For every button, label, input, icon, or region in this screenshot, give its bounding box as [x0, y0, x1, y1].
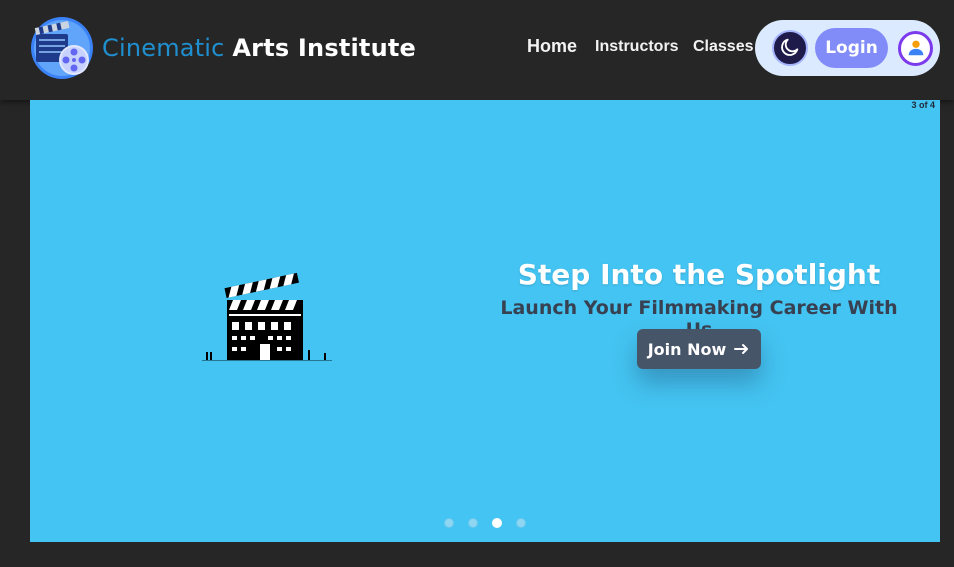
brand-name: Cinematic Arts Institute — [102, 34, 416, 62]
clapperboard-building-icon — [202, 270, 332, 370]
join-now-button[interactable]: Join Now — [637, 329, 761, 369]
login-button[interactable]: Login — [815, 28, 888, 68]
carousel-dots — [444, 518, 526, 528]
carousel-dot-1[interactable] — [444, 518, 454, 528]
user-avatar-button[interactable] — [898, 31, 933, 66]
slide-counter: 3 of 4 — [911, 100, 935, 110]
carousel-dot-4[interactable] — [516, 518, 526, 528]
nav-classes-link[interactable]: Classes — [693, 38, 754, 56]
user-icon — [905, 36, 927, 61]
hero-title: Step Into the Spotlight — [517, 258, 881, 291]
brand-name-part1: Cinematic — [102, 34, 225, 62]
brand[interactable]: Cinematic Arts Institute — [30, 16, 416, 80]
hero-carousel: 3 of 4 Step Into the Spotlight Launch Yo… — [30, 100, 940, 542]
nav-home-link[interactable]: Home — [527, 36, 577, 57]
brand-name-part2: Arts Institute — [232, 34, 417, 62]
film-reel-clapper-icon — [30, 16, 94, 80]
theme-toggle-button[interactable] — [772, 30, 808, 66]
arrow-right-icon — [734, 340, 750, 359]
moon-icon — [779, 36, 801, 61]
nav-instructors-link[interactable]: Instructors — [595, 38, 679, 56]
join-now-label: Join Now — [647, 339, 727, 359]
carousel-dot-3[interactable] — [492, 518, 502, 528]
carousel-dot-2[interactable] — [468, 518, 478, 528]
navbar: Cinematic Arts Institute Home Instructor… — [0, 0, 954, 100]
